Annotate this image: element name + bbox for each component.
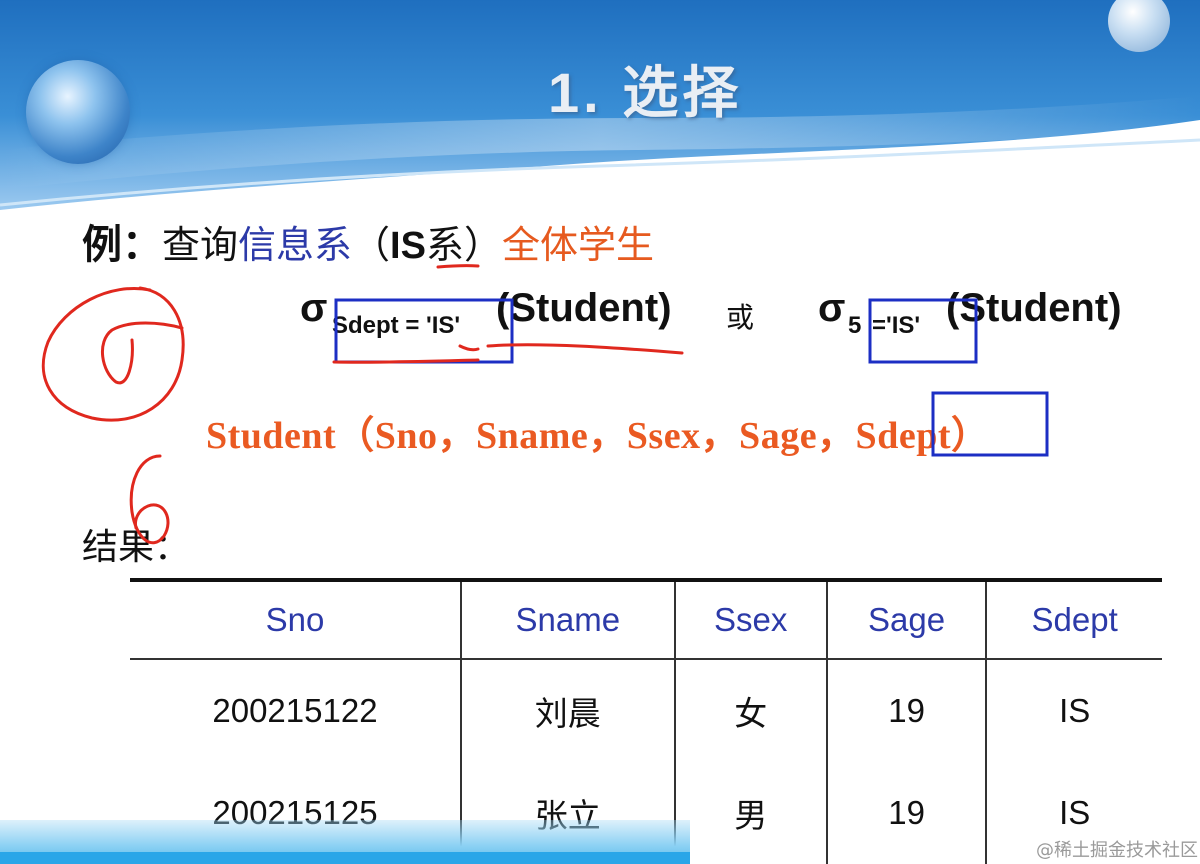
sigma-symbol-2: σ — [818, 286, 846, 330]
relation-schema: Student（Sno，Sname，Ssex，Sage，Sdept） — [206, 415, 990, 457]
handwritten-circle — [41, 286, 185, 422]
selection-condition-1: Sdept = 'IS' — [332, 312, 461, 339]
underline-mark-condition — [332, 358, 480, 364]
example-text-orange: 全体学生 — [501, 223, 654, 267]
column-header-ssex: Ssex — [673, 578, 827, 660]
slide: 1. 选择 例：查询信息系（IS系）全体学生 σ Sdept = 'IS' (S… — [0, 0, 1200, 864]
cell-sage: 19 — [825, 659, 987, 762]
underline-mark-relation — [486, 343, 684, 355]
cell-sdept: IS — [985, 659, 1162, 762]
table-header-row: Sno Sname Ssex Sage Sdept — [130, 578, 1162, 660]
column-header-sname: Sname — [459, 578, 675, 660]
result-label: 结果： — [82, 527, 191, 568]
bottom-decoration-line — [0, 852, 690, 864]
tick-mark — [458, 344, 480, 352]
decorative-orb-left — [26, 60, 130, 164]
example-abbr: IS — [390, 225, 426, 267]
cell-sage: 19 — [825, 762, 987, 864]
example-text-after: 系） — [425, 223, 502, 267]
column-header-sage: Sage — [825, 578, 987, 660]
slide-title: 1. 选择 — [548, 61, 743, 124]
cell-ssex: 女 — [673, 659, 827, 762]
handwritten-sigma — [100, 321, 184, 385]
cell-sname: 刘晨 — [459, 659, 675, 762]
example-line: 例：查询信息系（IS系）全体学生 — [82, 212, 654, 270]
column-header-sno: Sno — [130, 578, 461, 660]
example-text-plain: 查询 — [162, 223, 239, 267]
or-word: 或 — [726, 301, 755, 334]
example-label: 例： — [82, 222, 162, 268]
selection-condition-2: ='IS' — [872, 312, 921, 339]
example-text-blue: 信息系 — [238, 223, 353, 267]
example-paren-open: （ — [352, 223, 391, 267]
cell-sno: 200215122 — [212, 692, 378, 729]
table-row: 200215122 刘晨 女 19 IS — [130, 659, 1162, 762]
relation-name-2: (Student) — [946, 286, 1122, 330]
relation-name-1: (Student) — [496, 286, 672, 330]
sigma-symbol-1: σ — [300, 286, 328, 330]
watermark: @稀土掘金技术社区 — [1036, 840, 1198, 861]
selection-index-2: 5 — [848, 312, 862, 339]
cell-ssex: 男 — [673, 762, 827, 864]
column-header-sdept: Sdept — [985, 578, 1162, 660]
